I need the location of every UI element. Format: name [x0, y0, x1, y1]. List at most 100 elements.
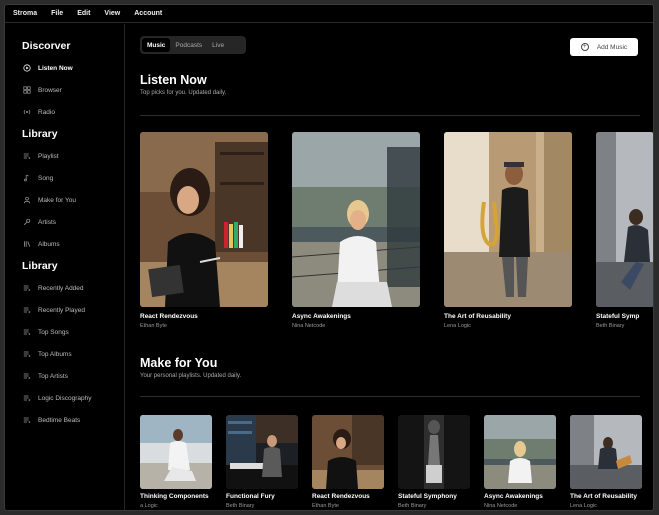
sidebar-item-logic-discography[interactable]: Logic Discography: [22, 391, 122, 405]
playlist-title: React Rendezvous: [312, 493, 370, 500]
playlist-icon: [22, 416, 31, 425]
sidebar-item-playlist[interactable]: Playlist: [22, 149, 122, 163]
user-icon: [22, 196, 31, 205]
tab-music[interactable]: Music: [142, 38, 171, 52]
menu-account[interactable]: Account: [134, 10, 162, 17]
sidebar-item-song[interactable]: Song: [22, 171, 122, 185]
album-cover: [140, 132, 268, 307]
listen-now-subtitle: Top picks for you. Updated daily.: [140, 90, 227, 96]
album-title: Stateful Symp: [596, 313, 640, 320]
playlist-title: The Art of Reusability: [570, 493, 637, 500]
playlist-artist: a Logic: [140, 503, 158, 509]
menu-bar: Stroma File Edit View Account: [5, 5, 653, 23]
album-artist: Lena Logic: [444, 323, 471, 329]
sidebar-heading-library: Library: [22, 128, 58, 140]
play-circle-icon: [22, 64, 31, 73]
sidebar-item-label: Logic Discography: [38, 394, 92, 402]
album-title: React Rendezvous: [140, 313, 198, 320]
sidebar-item-recently-added[interactable]: Recently Added: [22, 281, 122, 295]
playlist-artist: Beth Binary: [226, 503, 255, 509]
album-cover: [596, 132, 653, 307]
made-for-you-title: Make for You: [140, 356, 218, 370]
sidebar-item-label: Song: [38, 174, 54, 182]
plus-circle-icon: +: [580, 43, 589, 51]
sidebar-item-albums[interactable]: Albums: [22, 237, 122, 251]
album-artist: Beth Binary: [596, 323, 625, 329]
menu-file[interactable]: File: [51, 10, 63, 17]
album-title: The Art of Reusability: [444, 313, 511, 320]
sidebar-item-label: Radio: [38, 108, 55, 116]
album-cover: [292, 132, 420, 307]
sidebar-item-recently-played[interactable]: Recently Played: [22, 303, 122, 317]
app-window: Stroma File Edit View Account Discorver …: [4, 4, 654, 511]
playlist-icon: [22, 372, 31, 381]
sidebar-item-label: Make for You: [38, 196, 76, 204]
playlist-icon: [22, 350, 31, 359]
playlist-cover: [398, 415, 470, 489]
playlist-artist: Nina Netcode: [484, 503, 518, 509]
sidebar-heading-library-2: Library: [22, 260, 58, 272]
sidebar-item-label: Artists: [38, 218, 57, 226]
sidebar-item-label: Recently Played: [38, 306, 85, 314]
album-artist: Nina Netcode: [292, 323, 326, 329]
sidebar-item-label: Browser: [38, 86, 62, 94]
sidebar-item-bedtime-beats[interactable]: Bedtime Beats: [22, 413, 122, 427]
sidebar-item-top-artists[interactable]: Top Artists: [22, 369, 122, 383]
playlist-cover: [140, 415, 212, 489]
playlist-icon: [22, 306, 31, 315]
sidebar: Discorver Listen Now Browser Radio Libra…: [5, 24, 125, 510]
section-divider: [140, 396, 640, 397]
sidebar-item-radio[interactable]: Radio: [22, 105, 122, 119]
playlist-title: Functional Fury: [226, 493, 275, 500]
playlist-title: Stateful Symphony: [398, 493, 457, 500]
library-icon: [22, 240, 31, 249]
music-note-icon: [22, 174, 31, 183]
microphone-icon: [22, 218, 31, 227]
tab-podcasts[interactable]: Podcasts: [170, 38, 207, 52]
made-for-you-subtitle: Your personal playlists. Updated daily.: [140, 373, 242, 379]
sidebar-item-label: Playlist: [38, 152, 59, 160]
menu-view[interactable]: View: [104, 10, 120, 17]
playlist-icon: [22, 328, 31, 337]
sidebar-item-make-for-you[interactable]: Make for You: [22, 193, 122, 207]
tab-bar: Music Podcasts Live: [140, 36, 246, 54]
sidebar-item-label: Bedtime Beats: [38, 416, 81, 424]
radio-icon: [22, 108, 31, 117]
album-title: Async Awakenings: [292, 313, 351, 320]
sidebar-item-label: Top Artists: [38, 372, 68, 380]
sidebar-item-label: Listen Now: [38, 64, 73, 72]
tab-live[interactable]: Live: [207, 38, 229, 52]
sidebar-item-label: Top Albums: [38, 350, 72, 358]
add-music-button[interactable]: + Add Music: [570, 38, 638, 56]
menu-edit[interactable]: Edit: [77, 10, 90, 17]
sidebar-heading-discover: Discorver: [22, 40, 71, 52]
sidebar-item-browser[interactable]: Browser: [22, 83, 122, 97]
playlist-icon: [22, 394, 31, 403]
playlist-title: Thinking Components: [140, 493, 209, 500]
album-artist: Ethan Byte: [140, 323, 167, 329]
playlist-icon: [22, 152, 31, 161]
playlist-artist: Lena Logic: [570, 503, 597, 509]
add-music-label: Add Music: [596, 43, 628, 51]
playlist-cover: [484, 415, 556, 489]
playlist-cover: [570, 415, 642, 489]
menu-app[interactable]: Stroma: [13, 10, 37, 17]
sidebar-item-top-songs[interactable]: Top Songs: [22, 325, 122, 339]
main-content: Music Podcasts Live + Add Music Listen N…: [126, 24, 653, 510]
sidebar-item-top-albums[interactable]: Top Albums: [22, 347, 122, 361]
sidebar-item-listen-now[interactable]: Listen Now: [22, 61, 122, 75]
grid-icon: [22, 86, 31, 95]
section-divider: [140, 115, 640, 116]
playlist-cover: [226, 415, 298, 489]
playlist-cover: [312, 415, 384, 489]
sidebar-item-label: Albums: [38, 240, 60, 248]
playlist-artist: Beth Binary: [398, 503, 427, 509]
album-cover: [444, 132, 572, 307]
sidebar-item-artists[interactable]: Artists: [22, 215, 122, 229]
playlist-icon: [22, 284, 31, 293]
listen-now-title: Listen Now: [140, 73, 207, 87]
sidebar-item-label: Recently Added: [38, 284, 84, 292]
sidebar-item-label: Top Songs: [38, 328, 69, 336]
playlist-artist: Ethan Byte: [312, 503, 339, 509]
playlist-title: Async Awakenings: [484, 493, 543, 500]
